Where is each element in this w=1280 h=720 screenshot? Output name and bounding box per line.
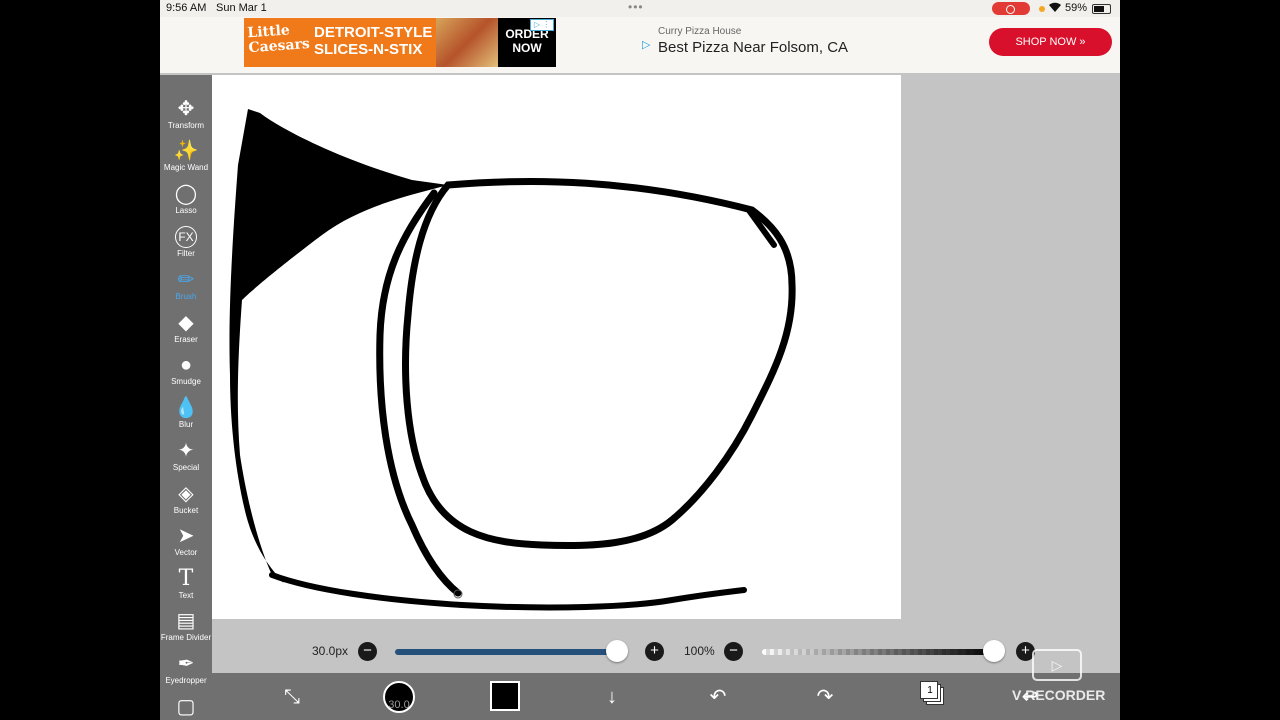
- smudge-icon: ●: [179, 354, 193, 376]
- canvas-icon: ▢: [176, 696, 196, 718]
- eyedropper-icon: ✒: [177, 653, 195, 675]
- battery-percent: 59%: [1065, 2, 1088, 14]
- color-picker-button[interactable]: [490, 681, 520, 711]
- brush-size-slider[interactable]: [395, 649, 622, 655]
- tool-more[interactable]: ▢: [160, 695, 212, 720]
- quick-tools-icon[interactable]: ⤡: [274, 679, 310, 715]
- brush-size-thumb[interactable]: [606, 640, 629, 662]
- battery-icon: [1092, 4, 1111, 14]
- lasso-icon: ◯: [174, 183, 198, 205]
- tool-label: Magic Wand: [163, 163, 209, 172]
- multitasking-dots-icon[interactable]: •••: [628, 0, 644, 14]
- tool-label: Text: [178, 591, 194, 600]
- tool-label: Lasso: [175, 206, 197, 215]
- tool-blur[interactable]: 💧 Blur: [160, 396, 212, 439]
- tool-label: Blur: [178, 420, 194, 429]
- app-screen: 9:56 AM Sun Mar 1 ••• 59% Little Caesars…: [160, 0, 1120, 720]
- opacity-thumb[interactable]: [983, 640, 1005, 662]
- layers-button[interactable]: 1: [920, 681, 944, 707]
- undo-icon[interactable]: ↶: [700, 679, 736, 715]
- tool-bucket[interactable]: ◈ Bucket: [160, 482, 212, 525]
- sparkle-icon: ✦: [177, 440, 195, 462]
- tool-magic-wand[interactable]: ✨ Magic Wand: [160, 139, 212, 182]
- tool-filter[interactable]: FX Filter: [160, 225, 212, 268]
- wifi-icon: [1048, 1, 1062, 16]
- ad-banner-bar: Little Caesars DETROIT-STYLE SLICES-N-ST…: [160, 17, 1120, 73]
- tool-label: Special: [172, 463, 200, 472]
- eraser-icon: ◆: [178, 312, 194, 334]
- opacity-slider[interactable]: [762, 649, 994, 655]
- bottom-toolbar: ⤡ 30.0 ↓ ↶ ↷ 1 ↩: [212, 673, 1120, 720]
- ad-tagline: Best Pizza Near Folsom, CA: [658, 39, 849, 56]
- tool-label: Smudge: [171, 377, 201, 386]
- fx-icon: FX: [160, 225, 212, 249]
- ad-info-icon[interactable]: ▷: [642, 38, 650, 51]
- magic-wand-icon: ✨: [173, 140, 199, 162]
- tool-eraser[interactable]: ◆ Eraser: [160, 311, 212, 354]
- adchoices-icon[interactable]: ▷ ⋮: [530, 19, 554, 31]
- frame-divider-icon: ▤: [176, 610, 196, 632]
- tool-label: Frame Divider: [160, 633, 212, 642]
- tool-frame-divider[interactable]: ▤ Frame Divider: [160, 609, 212, 652]
- tool-special[interactable]: ✦ Special: [160, 439, 212, 482]
- opacity-decrease-button[interactable]: −: [724, 642, 743, 661]
- tool-eyedropper[interactable]: ✒ Eyedropper: [160, 652, 212, 695]
- recorder-watermark: ▷ V RECORDER: [1012, 649, 1120, 709]
- text-t-icon: T: [178, 566, 194, 591]
- ad-advertiser: Curry Pizza House: [658, 26, 742, 37]
- ad-brand: Little Caesars: [246, 22, 311, 57]
- shop-now-button[interactable]: SHOP NOW »: [989, 28, 1112, 56]
- size-decrease-button[interactable]: −: [358, 642, 377, 661]
- tool-label: Transform: [167, 121, 205, 130]
- brush-size-button[interactable]: 30.0: [383, 681, 415, 713]
- redo-icon[interactable]: ↷: [807, 679, 843, 715]
- tool-label: Eraser: [174, 335, 198, 344]
- drop-icon: 💧: [173, 397, 199, 419]
- status-bar: 9:56 AM Sun Mar 1 ••• 59%: [160, 0, 1120, 17]
- mic-indicator-icon: [1039, 6, 1045, 12]
- outline-stroke: [402, 177, 796, 550]
- tool-brush[interactable]: ✏ Brush: [160, 268, 212, 311]
- bucket-icon: ◈: [178, 483, 194, 505]
- brush-size-badge: 30.0: [388, 699, 410, 711]
- tool-text[interactable]: T Text: [160, 567, 212, 610]
- tool-smudge[interactable]: ● Smudge: [160, 353, 212, 396]
- tool-sidebar: ✥ Transform ✨ Magic Wand ◯ Lasso FX Filt…: [160, 75, 212, 720]
- filled-shape: [229, 109, 448, 583]
- size-increase-button[interactable]: +: [645, 642, 664, 661]
- brush-settings-bar: 30.0px − + 100% − +: [212, 627, 1120, 673]
- drawing-canvas[interactable]: [212, 75, 901, 619]
- status-time: 9:56 AM: [166, 2, 207, 14]
- tool-transform[interactable]: ✥ Transform: [160, 97, 212, 140]
- pizza-image-icon: [436, 18, 498, 67]
- tool-lasso[interactable]: ◯ Lasso: [160, 182, 212, 225]
- screen-recording-icon: [992, 2, 1030, 15]
- tool-label: Brush: [175, 292, 197, 301]
- canvas-artwork: [229, 109, 796, 611]
- brush-size-value: 30.0px: [312, 644, 349, 658]
- brush-icon: ✏: [177, 269, 195, 291]
- move-arrows-icon: ✥: [177, 98, 195, 120]
- status-date: Sun Mar 1: [216, 2, 267, 14]
- tool-label: Vector: [174, 548, 198, 557]
- tool-label: Eyedropper: [165, 676, 207, 685]
- ad-little-caesars[interactable]: Little Caesars DETROIT-STYLE SLICES-N-ST…: [244, 18, 556, 67]
- ad-curry-pizza[interactable]: ▷ Curry Pizza House Best Pizza Near Fols…: [640, 20, 1118, 68]
- download-arrow-icon[interactable]: ↓: [594, 679, 630, 715]
- tool-vector[interactable]: ➤ Vector: [160, 524, 212, 567]
- watermark-text: V RECORDER: [1012, 687, 1106, 703]
- video-camera-icon: ▷: [1032, 649, 1082, 681]
- cursor-arrow-icon: ➤: [177, 525, 195, 547]
- tool-label: Bucket: [173, 506, 199, 515]
- layer-count: 1: [927, 685, 933, 696]
- opacity-value: 100%: [684, 644, 715, 658]
- bottom-stroke: [269, 572, 747, 611]
- ad-headline: DETROIT-STYLE SLICES-N-STIX: [314, 24, 433, 58]
- tool-label: Filter: [177, 249, 195, 258]
